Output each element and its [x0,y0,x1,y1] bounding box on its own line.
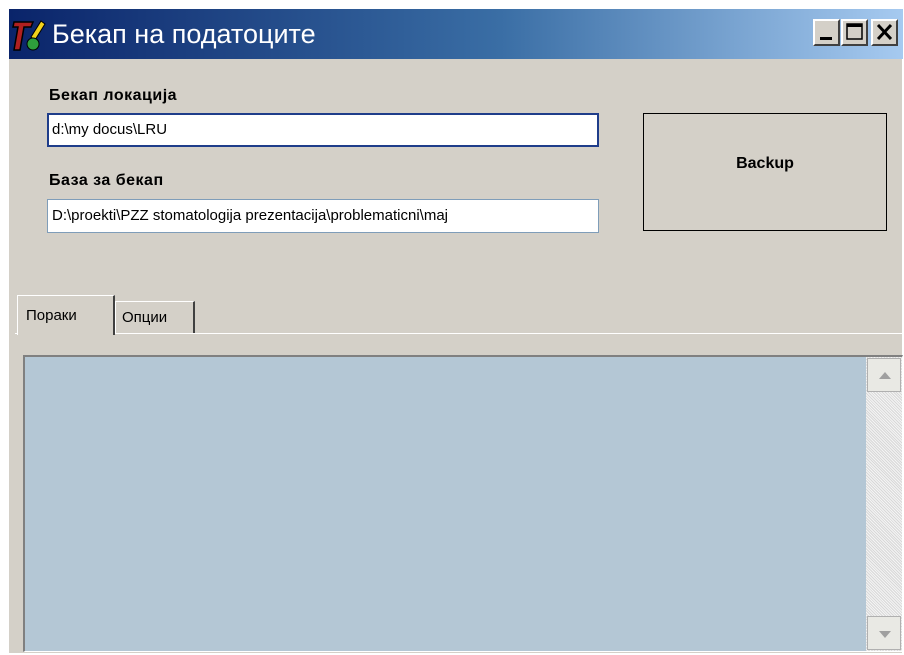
window-title: Бекап на податоците [52,19,316,49]
close-button[interactable] [871,19,898,46]
backup-location-label: Бекап локација [49,87,178,104]
vertical-scrollbar[interactable] [866,357,902,651]
backup-window: Бекап на податоците Бекап локација d:\my… [8,8,903,653]
maximize-icon [846,23,863,40]
minimize-button[interactable] [813,19,840,46]
scroll-down-button[interactable] [867,616,901,650]
maximize-button[interactable] [841,19,868,46]
database-field[interactable]: D:\proekti\PZZ stomatologija prezentacij… [47,199,599,233]
backup-button[interactable]: Backup [643,113,887,231]
messages-panel[interactable] [23,355,903,652]
minimize-icon [820,37,832,40]
backup-location-field[interactable]: d:\my docus\LRU [47,113,599,147]
arrow-down-icon [879,631,891,638]
scroll-up-button[interactable] [867,358,901,392]
arrow-up-icon [879,372,891,379]
backup-button-label: Backup [736,155,794,172]
tab-messages[interactable]: Пораки [17,295,115,335]
database-label: База за бекап [49,172,164,189]
close-icon [876,23,893,41]
app-logo-icon [11,17,47,53]
title-bar[interactable]: Бекап на податоците [9,9,903,59]
tab-options[interactable]: Опции [115,301,195,333]
